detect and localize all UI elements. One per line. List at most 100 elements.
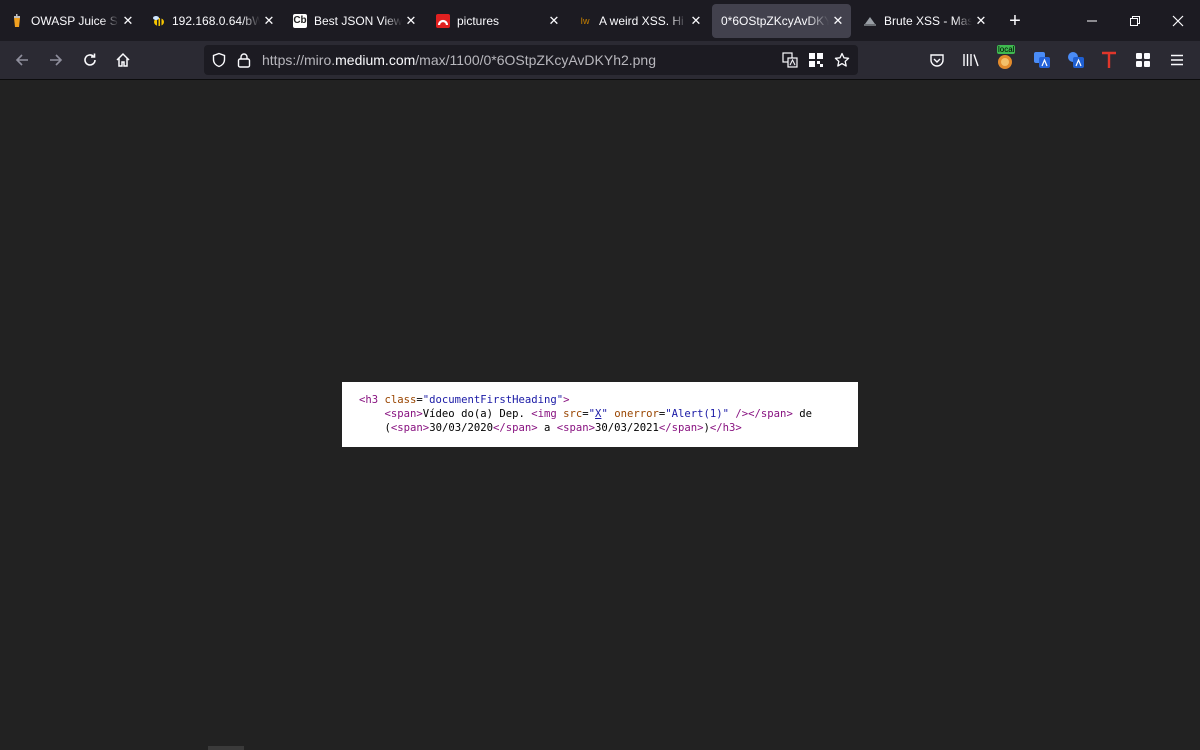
new-tab-button[interactable]: + — [1004, 10, 1026, 32]
code-tag: > — [563, 394, 570, 406]
code-tag: </h3> — [709, 422, 742, 434]
tab-title: pictures — [457, 14, 500, 28]
extensions-button[interactable] — [1131, 48, 1155, 72]
tab-title: Brute XSS - Master — [884, 14, 972, 28]
forward-arrow-icon — [50, 54, 63, 66]
pocket-icon — [930, 54, 944, 67]
reload-button[interactable] — [76, 46, 104, 74]
translate-page-button[interactable] — [778, 48, 802, 72]
tab-title: Best JSON Viewer — [314, 14, 402, 28]
code-snippet: <h3 class="documentFirstHeading"> <span>… — [359, 393, 812, 435]
t-extension-button[interactable] — [1097, 48, 1121, 72]
translate-extension-icon — [1068, 52, 1084, 68]
tab-close-icon[interactable]: ✕ — [262, 13, 276, 28]
translator-extension-button[interactable] — [1030, 48, 1054, 72]
translate-extension-button[interactable] — [1064, 48, 1088, 72]
tab-best-json-viewer[interactable]: Cb Best JSON Viewer ✕ — [283, 4, 424, 38]
restore-icon — [1130, 15, 1140, 26]
reload-icon — [84, 53, 96, 66]
url-text[interactable]: https://miro.medium.com/max/1100/0*6OStp… — [262, 52, 656, 68]
local-extension-button[interactable]: local — [993, 45, 1017, 72]
code-tag: <span> — [384, 408, 423, 420]
displayed-image[interactable]: <h3 class="documentFirstHeading"> <span>… — [342, 382, 858, 447]
code-text: a — [537, 422, 557, 434]
url-path: /max/1100/0*6OStpZKcyAvDKYh2.png — [415, 52, 657, 68]
qr-code-icon — [809, 53, 823, 67]
hamburger-menu-icon — [1171, 54, 1183, 66]
code-tag: </span> — [748, 408, 793, 420]
image-viewer: <h3 class="documentFirstHeading"> <span>… — [0, 80, 1200, 750]
iw-favicon-icon: Iw — [580, 16, 590, 26]
shield-icon — [212, 52, 226, 68]
forward-button[interactable] — [42, 46, 70, 74]
close-icon — [1172, 15, 1184, 26]
tab-title: A weird XSS. Hi friends — [599, 14, 687, 28]
code-text: Vídeo do(a) Dep. — [422, 408, 532, 420]
tab-title: 192.168.0.64/bWAPP — [172, 14, 260, 28]
code-attr-name: onerror — [607, 408, 659, 420]
t-letter-icon — [1102, 51, 1116, 68]
navigation-toolbar: https://miro.medium.com/max/1100/0*6OStp… — [0, 41, 1200, 80]
code-attr-name: src — [563, 408, 583, 420]
tab-strip: OWASP Juice Shop ✕ 192.168.0.64/bWAPP ✕ … — [0, 0, 1200, 41]
app-menu-button[interactable] — [1165, 48, 1189, 72]
extensions-icon — [1136, 53, 1150, 67]
cb-favicon-icon: Cb — [293, 14, 307, 28]
tab-title: OWASP Juice Shop — [31, 14, 119, 28]
url-host: medium.com — [335, 52, 416, 68]
url-bar[interactable]: https://miro.medium.com/max/1100/0*6OStp… — [204, 45, 858, 75]
pictures-favicon-icon — [436, 14, 450, 28]
tab-bwapp[interactable]: 192.168.0.64/bWAPP ✕ — [141, 4, 282, 38]
code-text: 30/03/2021 — [595, 422, 659, 434]
code-attr-value: "Alert(1)" — [665, 408, 730, 420]
tab-owasp-juice-shop[interactable]: OWASP Juice Shop ✕ — [0, 4, 141, 38]
bee-favicon-icon — [151, 14, 165, 28]
library-icon — [963, 54, 979, 67]
tab-close-icon[interactable]: ✕ — [404, 13, 418, 28]
minimize-button[interactable] — [1070, 0, 1114, 41]
restore-button[interactable] — [1113, 0, 1157, 41]
tab-brute-xss[interactable]: Brute XSS - Master ✕ — [853, 4, 994, 38]
brute-xss-favicon-icon — [863, 14, 877, 28]
code-attr-name: class — [384, 394, 417, 406]
bookmark-button[interactable] — [830, 48, 854, 72]
tab-close-icon[interactable]: ✕ — [831, 13, 845, 28]
home-button[interactable] — [109, 46, 137, 74]
local-badge: local — [997, 45, 1016, 54]
site-info-button[interactable] — [232, 48, 256, 72]
code-tag: <img — [531, 408, 564, 420]
library-button[interactable] — [959, 48, 983, 72]
code-tag: </span> — [492, 422, 538, 434]
tab-weird-xss[interactable]: Iw A weird XSS. Hi friends ✕ — [568, 4, 709, 38]
tab-close-icon[interactable]: ✕ — [547, 13, 561, 28]
code-tag: <span> — [390, 422, 430, 434]
tracking-protection-button[interactable] — [207, 48, 231, 72]
tab-close-icon[interactable]: ✕ — [121, 13, 135, 28]
juice-shop-favicon-icon — [10, 14, 24, 28]
code-tag: <h3 — [359, 394, 385, 406]
home-icon — [116, 52, 130, 67]
lock-icon — [237, 53, 251, 68]
pocket-button[interactable] — [925, 48, 949, 72]
tab-close-icon[interactable]: ✕ — [689, 13, 703, 28]
code-tag: /> — [729, 408, 749, 420]
back-arrow-icon — [15, 54, 28, 66]
back-button[interactable] — [8, 46, 36, 74]
star-icon — [834, 52, 850, 67]
code-tag: <span> — [556, 422, 596, 434]
code-text: 30/03/2020 — [429, 422, 493, 434]
translate-icon — [782, 52, 798, 68]
code-attr-value: "documentFirstHeading" — [422, 394, 564, 406]
tab-title: 0*6OStpZKcyAvDKYh2.png — [721, 14, 829, 28]
tab-image-active[interactable]: 0*6OStpZKcyAvDKYh2.png ✕ — [712, 4, 851, 38]
tab-close-icon[interactable]: ✕ — [974, 13, 988, 28]
close-window-button[interactable] — [1156, 0, 1200, 41]
qr-code-button[interactable] — [804, 48, 828, 72]
tab-pictures[interactable]: pictures ✕ — [426, 4, 567, 38]
translator-icon — [1034, 52, 1050, 68]
url-prefix: https://miro. — [262, 52, 336, 68]
minimize-icon — [1087, 20, 1097, 21]
code-text: de — [792, 408, 812, 420]
